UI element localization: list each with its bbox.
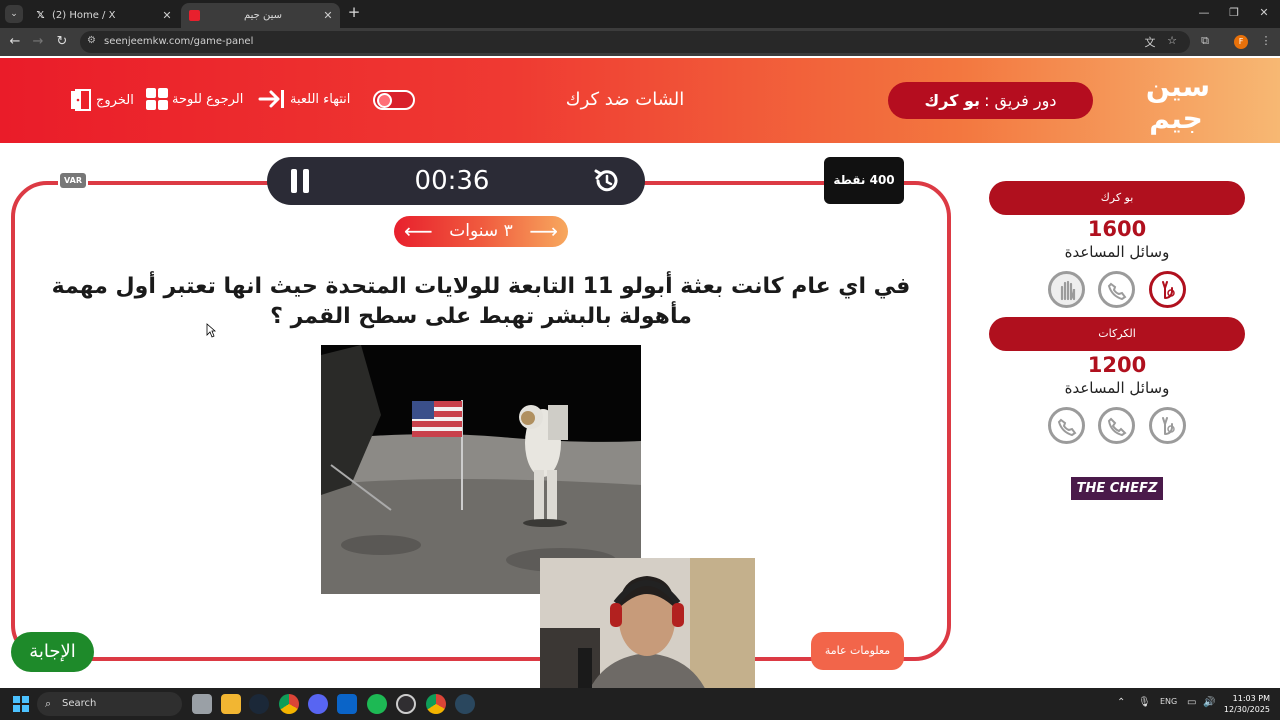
logo-text-bottom: جيم	[1149, 102, 1203, 135]
grid-icon	[146, 88, 168, 110]
var-badge[interactable]: VAR	[58, 171, 88, 190]
mouse-cursor-icon	[206, 323, 216, 338]
extensions-icon[interactable]: ⧉	[1197, 34, 1213, 48]
forward-arrow-icon[interactable]: →	[29, 33, 47, 51]
translate-icon[interactable]: 文	[1142, 34, 1158, 50]
discord-icon[interactable]	[308, 694, 328, 714]
clock-date: 12/30/2025	[1223, 705, 1270, 714]
restore-icon[interactable]: ❐	[1226, 6, 1242, 19]
taskbar-clock[interactable]: 11:03 PM 12/30/2025	[1222, 693, 1270, 715]
question-text: في اي عام كانت بعثة أبولو 11 التابعة للو…	[51, 274, 911, 329]
years-hint-pill: ⟶ ٣ سنوات ⟵	[394, 216, 568, 247]
years-hint-text: ٣ سنوات	[449, 221, 513, 241]
back-to-board-button[interactable]: الرجوع للوحة	[146, 88, 243, 110]
browser-tab-bar: ⌄ 𝕏 (2) Home / X ✕ سين جيم ✕ + — ❐ ✕	[0, 0, 1280, 28]
clock-time: 11:03 PM	[1232, 694, 1270, 703]
team-2-aids-label: وسائل المساعدة	[1064, 379, 1170, 397]
tab-title: (2) Home / X	[52, 10, 116, 21]
search-icon: ⌕	[45, 697, 52, 710]
team-2-score: 1200	[1087, 353, 1147, 377]
arrow-right-icon: ⟶	[529, 219, 558, 243]
profile-avatar[interactable]: F	[1234, 35, 1248, 49]
reload-icon[interactable]: ↻	[53, 33, 71, 51]
volume-icon[interactable]: 🔊	[1203, 697, 1215, 708]
microphone-icon[interactable]: 🎙	[1138, 697, 1151, 708]
end-game-label: انتهاء اللعبة	[290, 91, 351, 107]
pause-icon[interactable]	[291, 169, 309, 193]
outlook-icon[interactable]	[337, 694, 357, 714]
close-tab-icon[interactable]: ✕	[159, 9, 175, 22]
game-header: الخروج الرجوع للوحة انتهاء اللعبة الشات …	[0, 58, 1280, 143]
two-answers-icon[interactable]	[1149, 271, 1186, 308]
team-1-aids-label: وسائل المساعدة	[1064, 243, 1170, 261]
arrow-to-bar-icon	[258, 90, 284, 108]
x-logo-icon: 𝕏	[36, 10, 45, 21]
browser-toolbar: ← → ↻ ⚙ seenjeemkw.com/game-panel 文 ☆ ⧉ …	[0, 28, 1280, 56]
seenjeem-logo[interactable]: سين جيم	[1138, 66, 1218, 136]
language-indicator[interactable]: ENG	[1160, 697, 1177, 706]
address-bar[interactable]: ⚙ seenjeemkw.com/game-panel	[80, 31, 1190, 53]
back-arrow-icon[interactable]: ←	[6, 33, 24, 51]
exit-button[interactable]: الخروج	[70, 88, 134, 112]
back-to-board-label: الرجوع للوحة	[172, 91, 244, 107]
new-tab-button[interactable]: +	[346, 5, 362, 21]
call-friend-icon[interactable]	[1048, 407, 1085, 444]
taskbar-search-label: Search	[62, 698, 97, 709]
network-icon[interactable]: ▭	[1187, 697, 1196, 708]
turn-prefix: دور فريق :	[984, 91, 1057, 110]
logo-text-top: سين	[1146, 70, 1210, 103]
task-view-icon[interactable]	[192, 694, 212, 714]
spotify-icon[interactable]	[367, 694, 387, 714]
exit-door-icon	[71, 89, 91, 111]
tab-x-home[interactable]: 𝕏 (2) Home / X ✕	[27, 3, 179, 28]
call-friend-icon[interactable]	[1098, 271, 1135, 308]
steam-icon[interactable]	[249, 694, 269, 714]
close-window-icon[interactable]: ✕	[1256, 6, 1272, 19]
team-1-name-bar: بو كرك	[989, 181, 1245, 215]
taskbar-search[interactable]: ⌕ Search	[37, 692, 182, 716]
phone-icon[interactable]	[1098, 407, 1135, 444]
current-turn-badge: دور فريق : بو كرك	[888, 82, 1093, 119]
two-answers-icon[interactable]	[1149, 407, 1186, 444]
menu-kebab-icon[interactable]: ⋮	[1258, 34, 1274, 47]
steam-alt-icon[interactable]	[455, 694, 475, 714]
bookmark-star-icon[interactable]: ☆	[1164, 34, 1180, 47]
chrome-active-icon[interactable]	[426, 694, 446, 714]
stop-hand-icon[interactable]	[1048, 271, 1085, 308]
tab-seenjeem[interactable]: سين جيم ✕	[181, 3, 340, 28]
team-1-score: 1600	[1087, 217, 1147, 241]
close-tab-icon[interactable]: ✕	[320, 9, 336, 22]
turn-team-name: بو كرك	[924, 91, 981, 110]
var-label: VAR	[60, 173, 86, 188]
moon-landing-photo	[321, 345, 641, 594]
chrome-icon[interactable]	[279, 694, 299, 714]
timer-bar: 00:36	[267, 157, 645, 205]
seenjeem-logo-icon	[189, 10, 200, 21]
exit-label: الخروج	[96, 92, 134, 108]
obs-icon[interactable]	[396, 694, 416, 714]
url-text: seenjeemkw.com/game-panel	[104, 36, 254, 47]
toggle-knob	[377, 93, 392, 108]
team-2-name-bar: الكركات	[989, 317, 1245, 351]
category-tag: معلومات عامة	[811, 632, 904, 670]
windows-taskbar: ⌕ Search ⌃ 🎙 ENG ▭ 🔊 11:03 PM 12/30/2025	[0, 688, 1280, 720]
site-info-icon[interactable]: ⚙	[87, 35, 96, 46]
arrow-left-icon: ⟵	[404, 219, 433, 243]
tray-chevron-icon[interactable]: ⌃	[1117, 697, 1125, 708]
question-points: 400 نقطة	[824, 157, 904, 204]
sponsor-logo[interactable]: THE CHEFZ	[1071, 477, 1163, 500]
timer-value: 00:36	[414, 166, 490, 196]
end-game-toggle[interactable]	[373, 90, 415, 110]
show-answer-button[interactable]: الإجابة	[11, 632, 94, 672]
end-game-button[interactable]: انتهاء اللعبة	[258, 88, 350, 110]
match-title: الشات ضد كرك	[565, 89, 685, 110]
windows-start-icon[interactable]	[13, 696, 29, 712]
reset-timer-icon[interactable]	[593, 167, 621, 195]
tab-title: سين جيم	[243, 10, 283, 21]
minimize-icon[interactable]: —	[1196, 6, 1212, 19]
file-explorer-icon[interactable]	[221, 694, 241, 714]
tab-search-button[interactable]: ⌄	[5, 5, 23, 23]
